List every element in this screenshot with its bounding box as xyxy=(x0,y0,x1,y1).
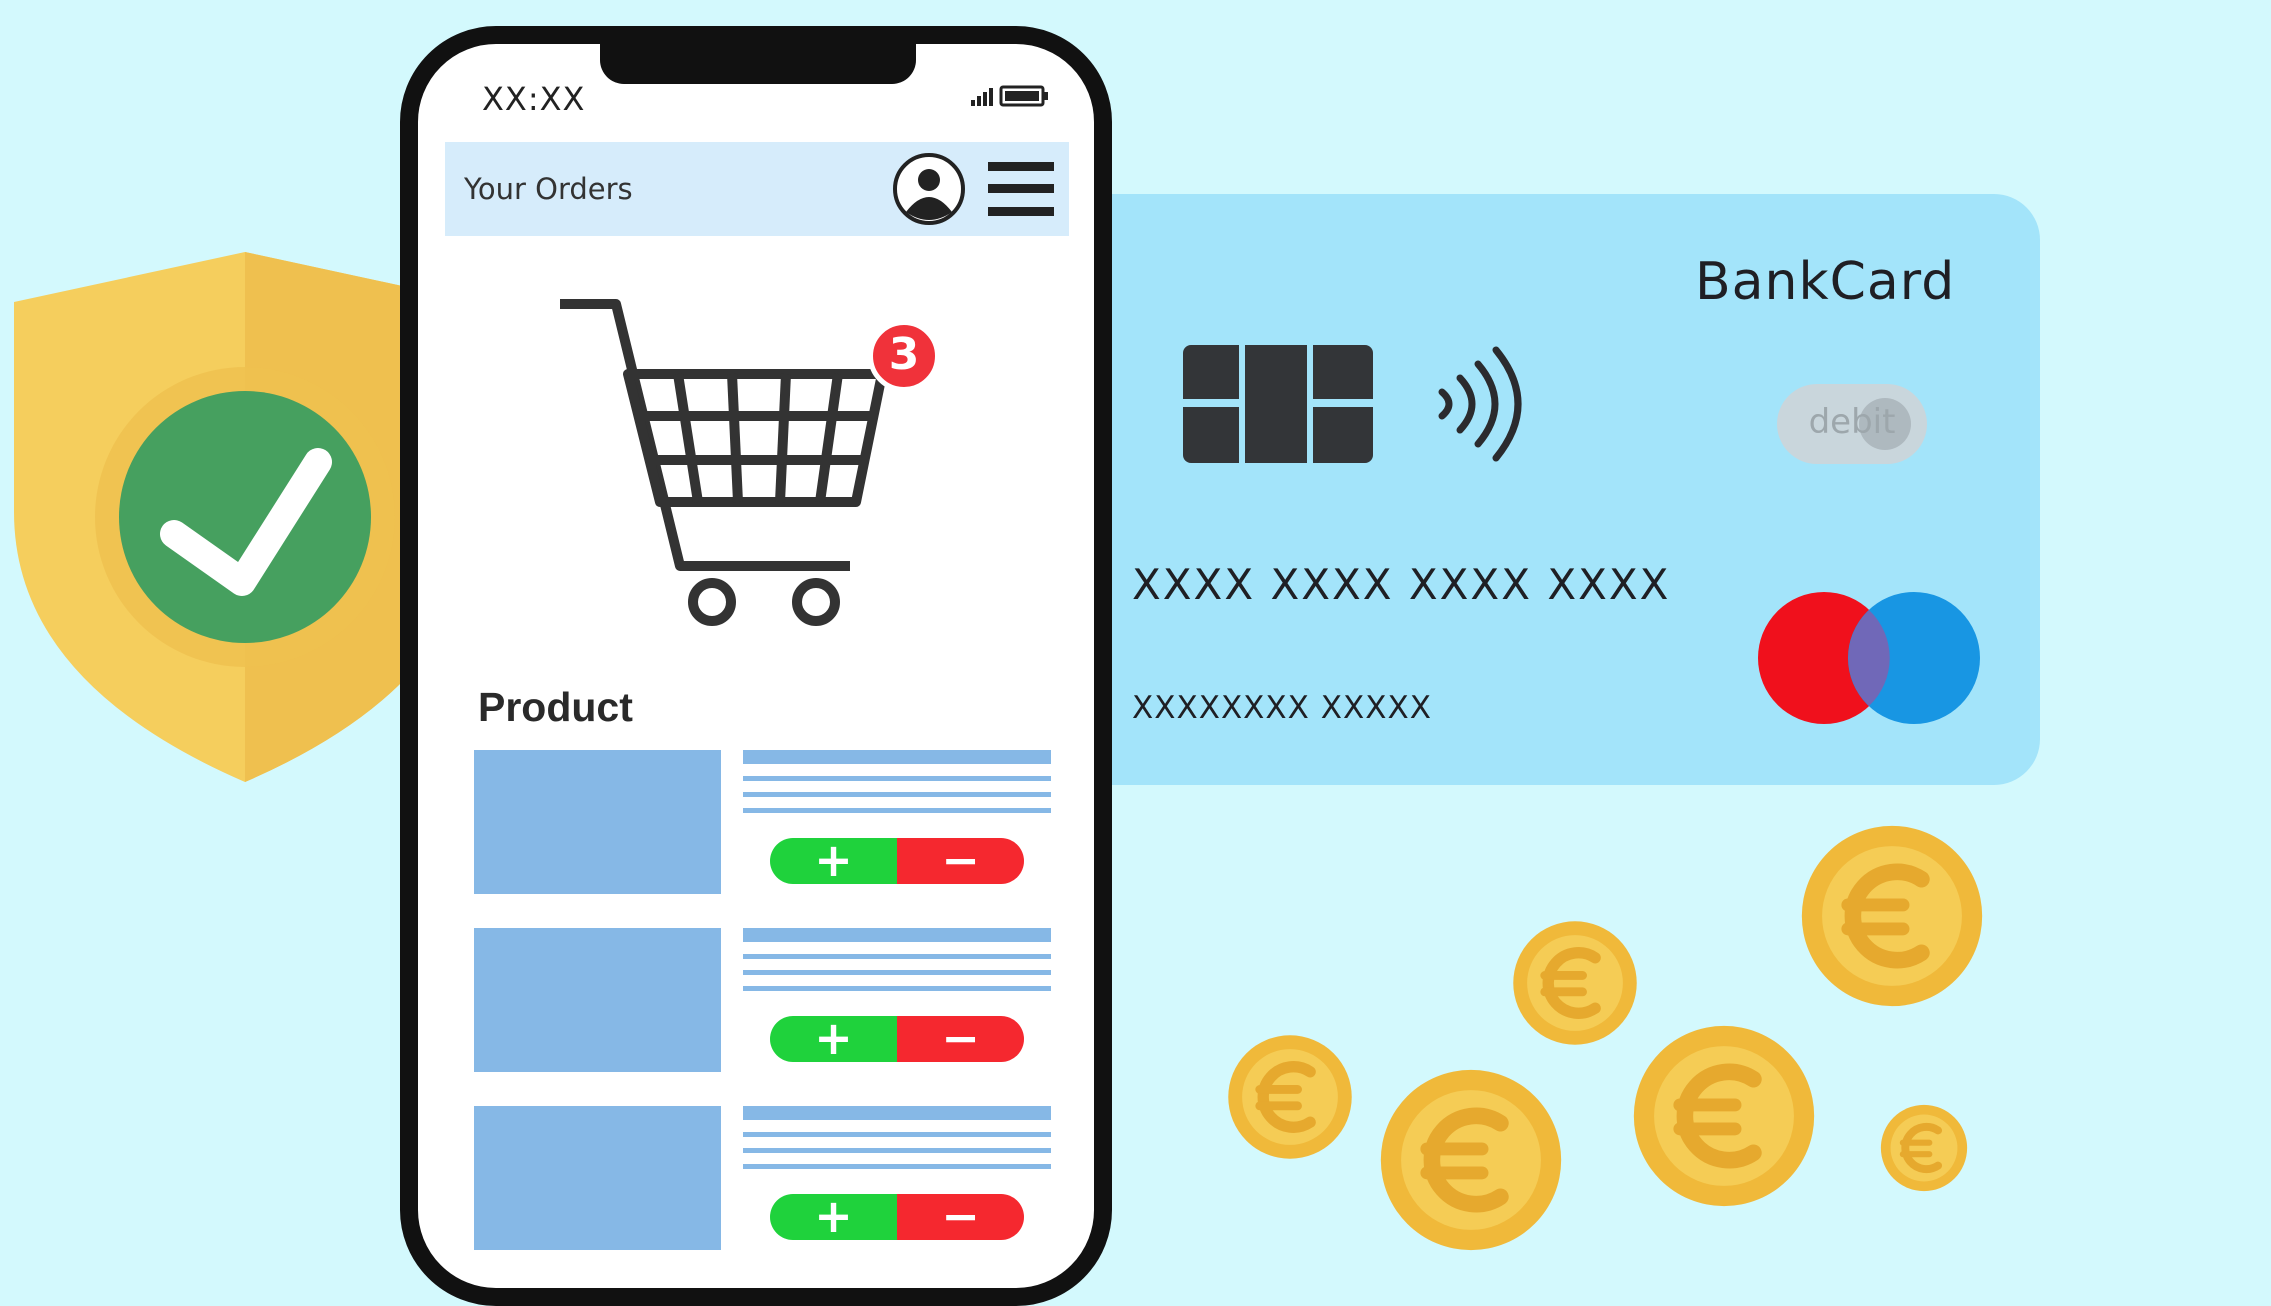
card-chip-icon xyxy=(1183,345,1373,463)
product-thumbnail[interactable] xyxy=(474,750,721,894)
debit-toggle: debit xyxy=(1777,384,1927,464)
card-brand: BankCard xyxy=(1695,252,1956,312)
hamburger-menu-icon[interactable] xyxy=(988,162,1054,216)
contactless-icon xyxy=(1438,346,1522,462)
card-holder: XXXXXXXX XXXXX xyxy=(1132,690,1432,726)
decrease-button[interactable]: − xyxy=(897,1016,1024,1062)
product-thumbnail[interactable] xyxy=(474,928,721,1072)
bank-card: BankCard debit XXXX XXXX XXXX XXXX XXXXX… xyxy=(1050,194,2040,785)
euro-coin-icon xyxy=(1380,1069,1562,1251)
product-title-line xyxy=(743,1106,1051,1120)
product-title-line xyxy=(743,750,1051,764)
euro-coin-icon xyxy=(1880,1104,1968,1192)
battery-signal-icon xyxy=(971,85,1048,107)
euro-coin-icon xyxy=(1513,921,1637,1045)
product-text-line xyxy=(743,1164,1051,1169)
user-avatar-icon[interactable] xyxy=(892,152,966,226)
mastercard-logo-icon xyxy=(1758,592,1980,724)
increase-button[interactable]: + xyxy=(770,838,897,884)
product-row: + − xyxy=(474,928,1074,1072)
increase-button[interactable]: + xyxy=(770,1016,897,1062)
status-time: XX:XX xyxy=(482,80,586,118)
header-title: Your Orders xyxy=(464,172,633,206)
euro-coin-icon xyxy=(1801,825,1983,1007)
product-text-line xyxy=(743,776,1051,781)
product-text-line xyxy=(743,986,1051,991)
debit-label: debit xyxy=(1808,402,1896,442)
orders-header: Your Orders xyxy=(445,142,1069,236)
product-text-line xyxy=(743,1132,1051,1137)
decrease-button[interactable]: − xyxy=(897,1194,1024,1240)
euro-coin-icon xyxy=(1228,1035,1352,1159)
quantity-stepper: + − xyxy=(770,1016,1024,1062)
euro-coin-icon xyxy=(1633,1025,1815,1207)
increase-button[interactable]: + xyxy=(770,1194,897,1240)
product-text-line xyxy=(743,954,1051,959)
phone-notch xyxy=(600,44,916,84)
product-heading: Product xyxy=(478,684,633,730)
product-row: + − xyxy=(474,1106,1074,1250)
quantity-stepper: + − xyxy=(770,1194,1024,1240)
product-thumbnail[interactable] xyxy=(474,1106,721,1250)
quantity-stepper: + − xyxy=(770,838,1024,884)
product-text-line xyxy=(743,808,1051,813)
product-title-line xyxy=(743,928,1051,942)
product-text-line xyxy=(743,970,1051,975)
card-number: XXXX XXXX XXXX XXXX xyxy=(1132,560,1671,609)
product-text-line xyxy=(743,1148,1051,1153)
decrease-button[interactable]: − xyxy=(897,838,1024,884)
cart-count-badge: 3 xyxy=(868,320,940,392)
product-text-line xyxy=(743,792,1051,797)
product-row: + − xyxy=(474,750,1074,894)
phone: XX:XX Your Orders 3 Product + − + − + − xyxy=(400,26,1112,1306)
